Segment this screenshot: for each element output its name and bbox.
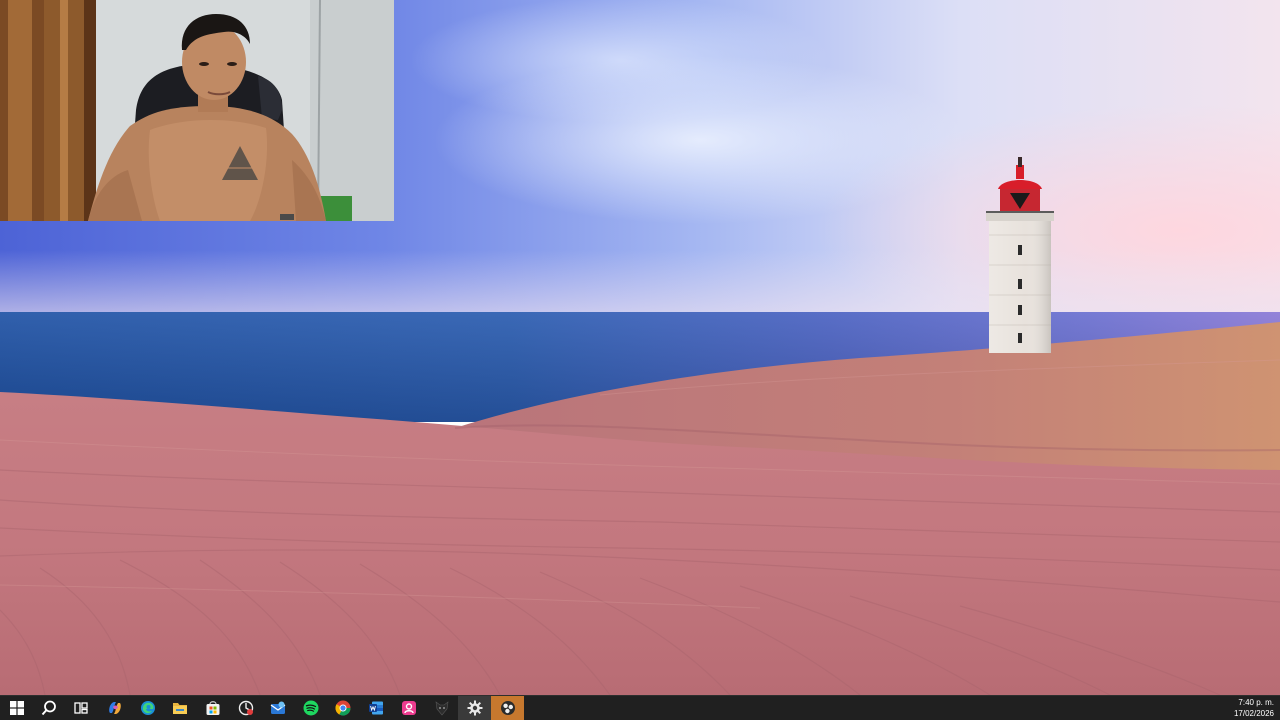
recorder-icon: [238, 700, 253, 716]
lighthouse-illustration: [986, 157, 1054, 353]
copilot-app[interactable]: [98, 696, 131, 720]
spotify-app[interactable]: [294, 696, 327, 720]
edge-icon: [140, 701, 155, 715]
clock-date: 17/02/2026: [1233, 709, 1274, 718]
obs-app[interactable]: [491, 696, 524, 720]
word-app[interactable]: [359, 696, 392, 720]
pink-app[interactable]: [392, 696, 425, 720]
wolf-icon: [435, 701, 448, 716]
start-button[interactable]: [0, 696, 33, 720]
copilot-icon: [108, 702, 121, 714]
chrome-icon: [334, 700, 350, 716]
taskbar: 7:40 p. m. 17/02/2026: [0, 695, 1280, 720]
pink-app-icon: [401, 701, 416, 715]
clock-time: 7:40 p. m.: [1238, 698, 1274, 707]
store-icon: [206, 701, 219, 715]
settings-app[interactable]: [458, 696, 491, 720]
task-view-button[interactable]: [64, 696, 97, 720]
microsoft-store-app[interactable]: [196, 696, 229, 720]
search-icon: [41, 700, 56, 716]
webcam-overlay: [0, 0, 394, 221]
spotify-icon: [303, 700, 318, 716]
mail-icon: [270, 701, 285, 714]
screen-recorder-app[interactable]: [229, 696, 262, 720]
obs-icon: [500, 701, 515, 715]
folder-icon: [172, 703, 187, 714]
edge-app[interactable]: [131, 696, 164, 720]
file-explorer-app[interactable]: [163, 696, 196, 720]
task-view-icon: [73, 702, 88, 714]
search-button[interactable]: [32, 696, 65, 720]
windows-logo-icon: [9, 701, 24, 715]
gear-icon: [467, 700, 482, 716]
chrome-app[interactable]: [326, 696, 359, 720]
word-icon: [368, 701, 383, 715]
mail-app[interactable]: [261, 696, 294, 720]
system-clock[interactable]: 7:40 p. m. 17/02/2026: [1230, 697, 1274, 719]
dark-app[interactable]: [425, 696, 458, 720]
desktop: 7:40 p. m. 17/02/2026: [0, 0, 1280, 720]
